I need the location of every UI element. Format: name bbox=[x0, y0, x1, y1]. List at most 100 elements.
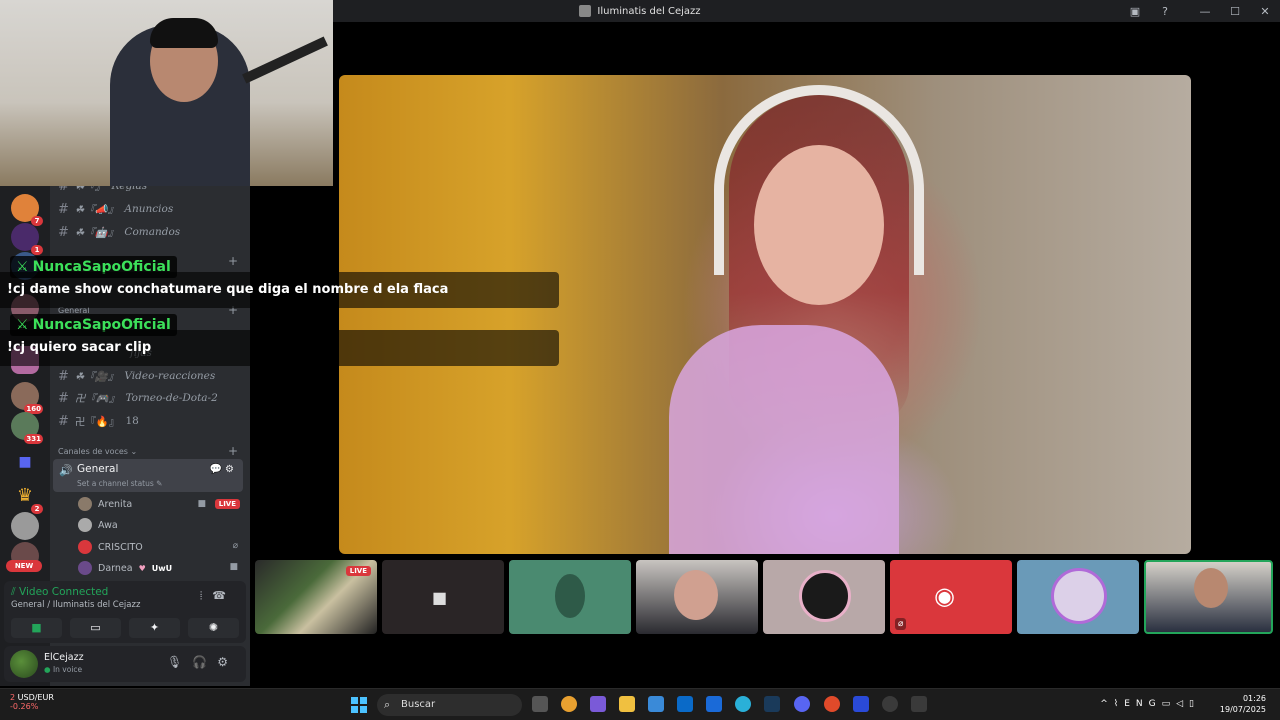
channel-name: Torneo-de-Dota-2 bbox=[125, 392, 218, 404]
ea-icon[interactable] bbox=[824, 696, 840, 712]
server-icon[interactable]: 7 bbox=[11, 194, 43, 226]
main-video-stream[interactable] bbox=[339, 75, 1191, 554]
disconnect-icon[interactable]: ☎ bbox=[212, 589, 236, 602]
voice-connected-panel: ⫽ Video Connected General / Iluminatis d… bbox=[4, 581, 246, 643]
window-title: Iluminatis del Cejazz bbox=[579, 5, 701, 17]
channel-emoji: 卍『🔥』 bbox=[74, 415, 120, 428]
new-badge[interactable]: NEW bbox=[6, 560, 42, 572]
participant-tile[interactable] bbox=[636, 560, 758, 634]
store-icon[interactable] bbox=[648, 696, 664, 712]
user-status: ● In voice bbox=[44, 665, 82, 674]
streamer-webcam-overlay bbox=[0, 0, 333, 186]
hash-icon: # bbox=[58, 413, 69, 429]
participant-tile-self[interactable] bbox=[1144, 560, 1273, 634]
settings-icon[interactable]: ⚙ bbox=[217, 655, 238, 669]
participant-tile[interactable]: ◉ ⌀ bbox=[890, 560, 1012, 634]
voice-channel-tools[interactable]: 💬⚙ bbox=[210, 464, 237, 475]
voice-channel-general[interactable]: 🔊 General Set a channel status ✎ 💬⚙ bbox=[53, 459, 243, 492]
voice-user[interactable]: CRISCITO bbox=[78, 537, 143, 557]
user-panel: ElCejazz ● In voice 🎙🎧⚙ bbox=[4, 646, 246, 682]
folder-icon[interactable]: ■ bbox=[11, 448, 39, 476]
add-channel-icon[interactable]: + bbox=[228, 444, 238, 458]
hash-icon: # bbox=[58, 368, 69, 384]
taskbar-search[interactable]: ⌕ Buscar bbox=[377, 694, 522, 716]
server-icon[interactable]: 331 bbox=[11, 412, 43, 444]
discord-icon[interactable] bbox=[794, 696, 810, 712]
minimize-button[interactable]: — bbox=[1190, 5, 1220, 18]
server-icon[interactable] bbox=[11, 512, 39, 540]
mic-icon[interactable]: 🎙 bbox=[167, 655, 192, 669]
soundboard-button[interactable]: ✺ bbox=[188, 618, 239, 638]
channel-video-reacciones[interactable]: # ☘『🎥』 Video-reacciones bbox=[58, 366, 215, 386]
avatar bbox=[1051, 568, 1107, 624]
channel-name: 18 bbox=[125, 415, 139, 427]
channel-status[interactable]: Set a channel status ✎ bbox=[77, 479, 162, 488]
server-icon[interactable]: 1 bbox=[11, 223, 43, 255]
chat-message: !cj quiero sacar clip bbox=[0, 330, 559, 366]
avatar bbox=[78, 518, 92, 532]
participant-tile[interactable]: ■ bbox=[382, 560, 504, 634]
avatar bbox=[799, 570, 851, 622]
inbox-icon[interactable]: ▣ bbox=[1120, 5, 1150, 18]
online-dot-icon: ● bbox=[44, 665, 53, 674]
edge-icon[interactable] bbox=[735, 696, 751, 712]
avatar bbox=[78, 561, 92, 575]
activity-button[interactable]: ✦ bbox=[129, 618, 180, 638]
close-button[interactable]: ✕ bbox=[1250, 5, 1280, 18]
participant-tile[interactable] bbox=[509, 560, 631, 634]
voice-status: ⫽ Video Connected bbox=[11, 586, 108, 599]
crown-icon[interactable]: ♛ 2 bbox=[11, 482, 43, 514]
file-explorer-icon[interactable] bbox=[619, 696, 635, 712]
stock-widget[interactable]: 2 USD/EUR -0.26% bbox=[10, 693, 54, 711]
voice-user[interactable]: Arenita bbox=[78, 494, 132, 514]
start-button[interactable] bbox=[351, 697, 367, 713]
live-badge: LIVE bbox=[345, 566, 371, 576]
user-name[interactable]: ElCejazz bbox=[44, 652, 84, 663]
heart-icon: ♥ bbox=[138, 563, 146, 573]
system-clock[interactable]: 01:26 19/07/2025 bbox=[1220, 693, 1266, 715]
task-view-icon[interactable] bbox=[532, 696, 548, 712]
system-tray[interactable]: ^⌇ENG▭◁▯ bbox=[1100, 699, 1200, 709]
channel-anuncios[interactable]: # ☘『📣』 Anuncios bbox=[58, 199, 173, 219]
participant-tile[interactable] bbox=[1017, 560, 1139, 634]
server-icon[interactable]: 160 bbox=[11, 382, 43, 414]
outlook-icon[interactable] bbox=[677, 696, 693, 712]
maximize-button[interactable]: ☐ bbox=[1220, 5, 1250, 18]
chrome-icon[interactable] bbox=[561, 696, 577, 712]
speaker-icon: 🔊 bbox=[59, 464, 73, 477]
category-voice[interactable]: Canales de voces ⌄ bbox=[58, 447, 137, 456]
voice-user[interactable]: Darnea ♥ UwU bbox=[78, 558, 172, 578]
noise-suppression-icon[interactable]: ⦙ bbox=[200, 589, 212, 602]
category-voice-label: Canales de voces bbox=[58, 447, 128, 456]
camera-button[interactable]: ■ bbox=[11, 618, 62, 638]
channel-torneo-dota[interactable]: # 卍『🎮』 Torneo-de-Dota-2 bbox=[58, 388, 218, 408]
window-controls: ▣ ? — ☐ ✕ bbox=[1120, 0, 1280, 22]
participant-tile-stream[interactable]: LIVE bbox=[255, 560, 377, 634]
help-icon[interactable]: ? bbox=[1150, 5, 1180, 18]
search-icon: ⌕ bbox=[384, 698, 391, 711]
channel-18[interactable]: # 卍『🔥』 18 bbox=[58, 411, 139, 431]
participant-tile[interactable] bbox=[763, 560, 885, 634]
dropbox-icon[interactable] bbox=[706, 696, 722, 712]
voice-location[interactable]: General / Iluminatis del Cejazz bbox=[11, 600, 140, 610]
deafened-icon: ⌀ bbox=[232, 541, 238, 551]
voice-user[interactable]: Awa bbox=[78, 515, 118, 535]
video-subject-face bbox=[754, 145, 884, 305]
channel-comandos[interactable]: # ☘『🤖』 Comandos bbox=[58, 222, 180, 242]
channel-emoji: ☘『🤖』 bbox=[74, 226, 119, 239]
app-icon[interactable] bbox=[911, 696, 927, 712]
copilot-icon[interactable] bbox=[590, 696, 606, 712]
window-title-text: Iluminatis del Cejazz bbox=[597, 5, 701, 17]
camera-icon: ■ bbox=[229, 562, 238, 572]
obs-icon[interactable] bbox=[882, 696, 898, 712]
live-badge[interactable]: LIVE bbox=[214, 499, 240, 509]
channel-name: Anuncios bbox=[124, 203, 174, 215]
app-icon[interactable] bbox=[853, 696, 869, 712]
voice-panel-icons: ⦙☎ bbox=[200, 589, 236, 603]
server-badge: 2 bbox=[31, 504, 43, 514]
user-avatar[interactable] bbox=[10, 650, 38, 678]
steam-icon[interactable] bbox=[764, 696, 780, 712]
screen-share-button[interactable]: ▭ bbox=[70, 618, 121, 638]
add-channel-icon[interactable]: + bbox=[228, 254, 238, 268]
headphones-icon[interactable]: 🎧 bbox=[192, 655, 217, 669]
